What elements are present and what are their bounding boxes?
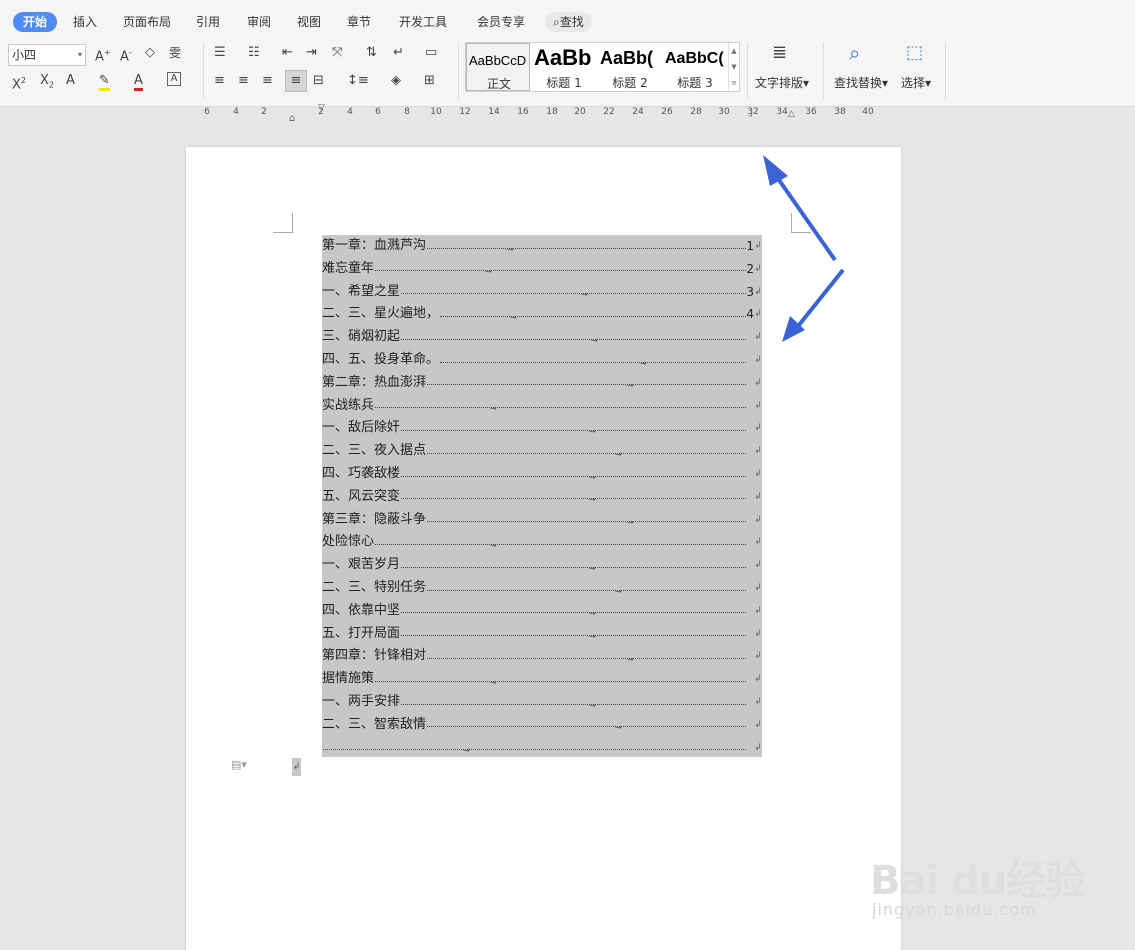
baidu-watermark: Bai du经验 jingyan.baidu.com <box>870 848 1085 919</box>
watermark-url: jingyan.baidu.com <box>872 900 1037 919</box>
arrow-up-head <box>763 155 788 186</box>
arrow-up-line <box>770 168 837 262</box>
arrow-down-line <box>793 268 845 332</box>
annotation-arrows <box>763 155 845 342</box>
watermark-brand: Bai du经验 <box>870 858 1085 904</box>
